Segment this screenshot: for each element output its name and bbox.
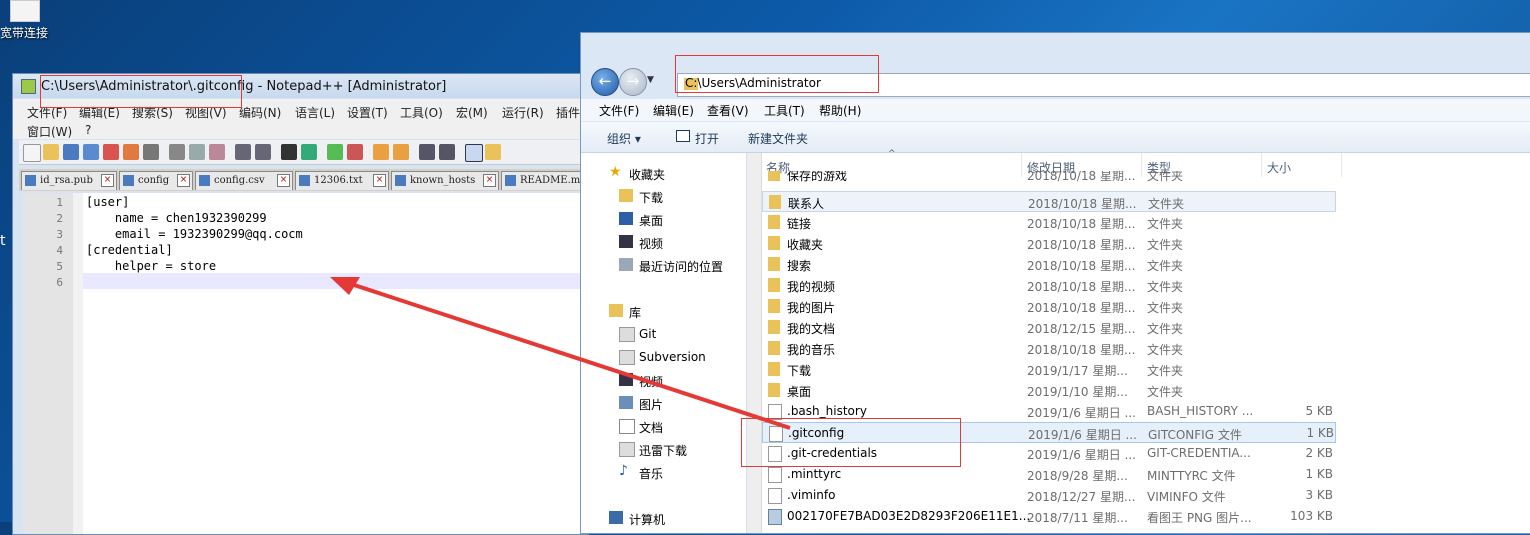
arrow-line (344, 280, 791, 430)
annotation-arrow (330, 277, 791, 430)
